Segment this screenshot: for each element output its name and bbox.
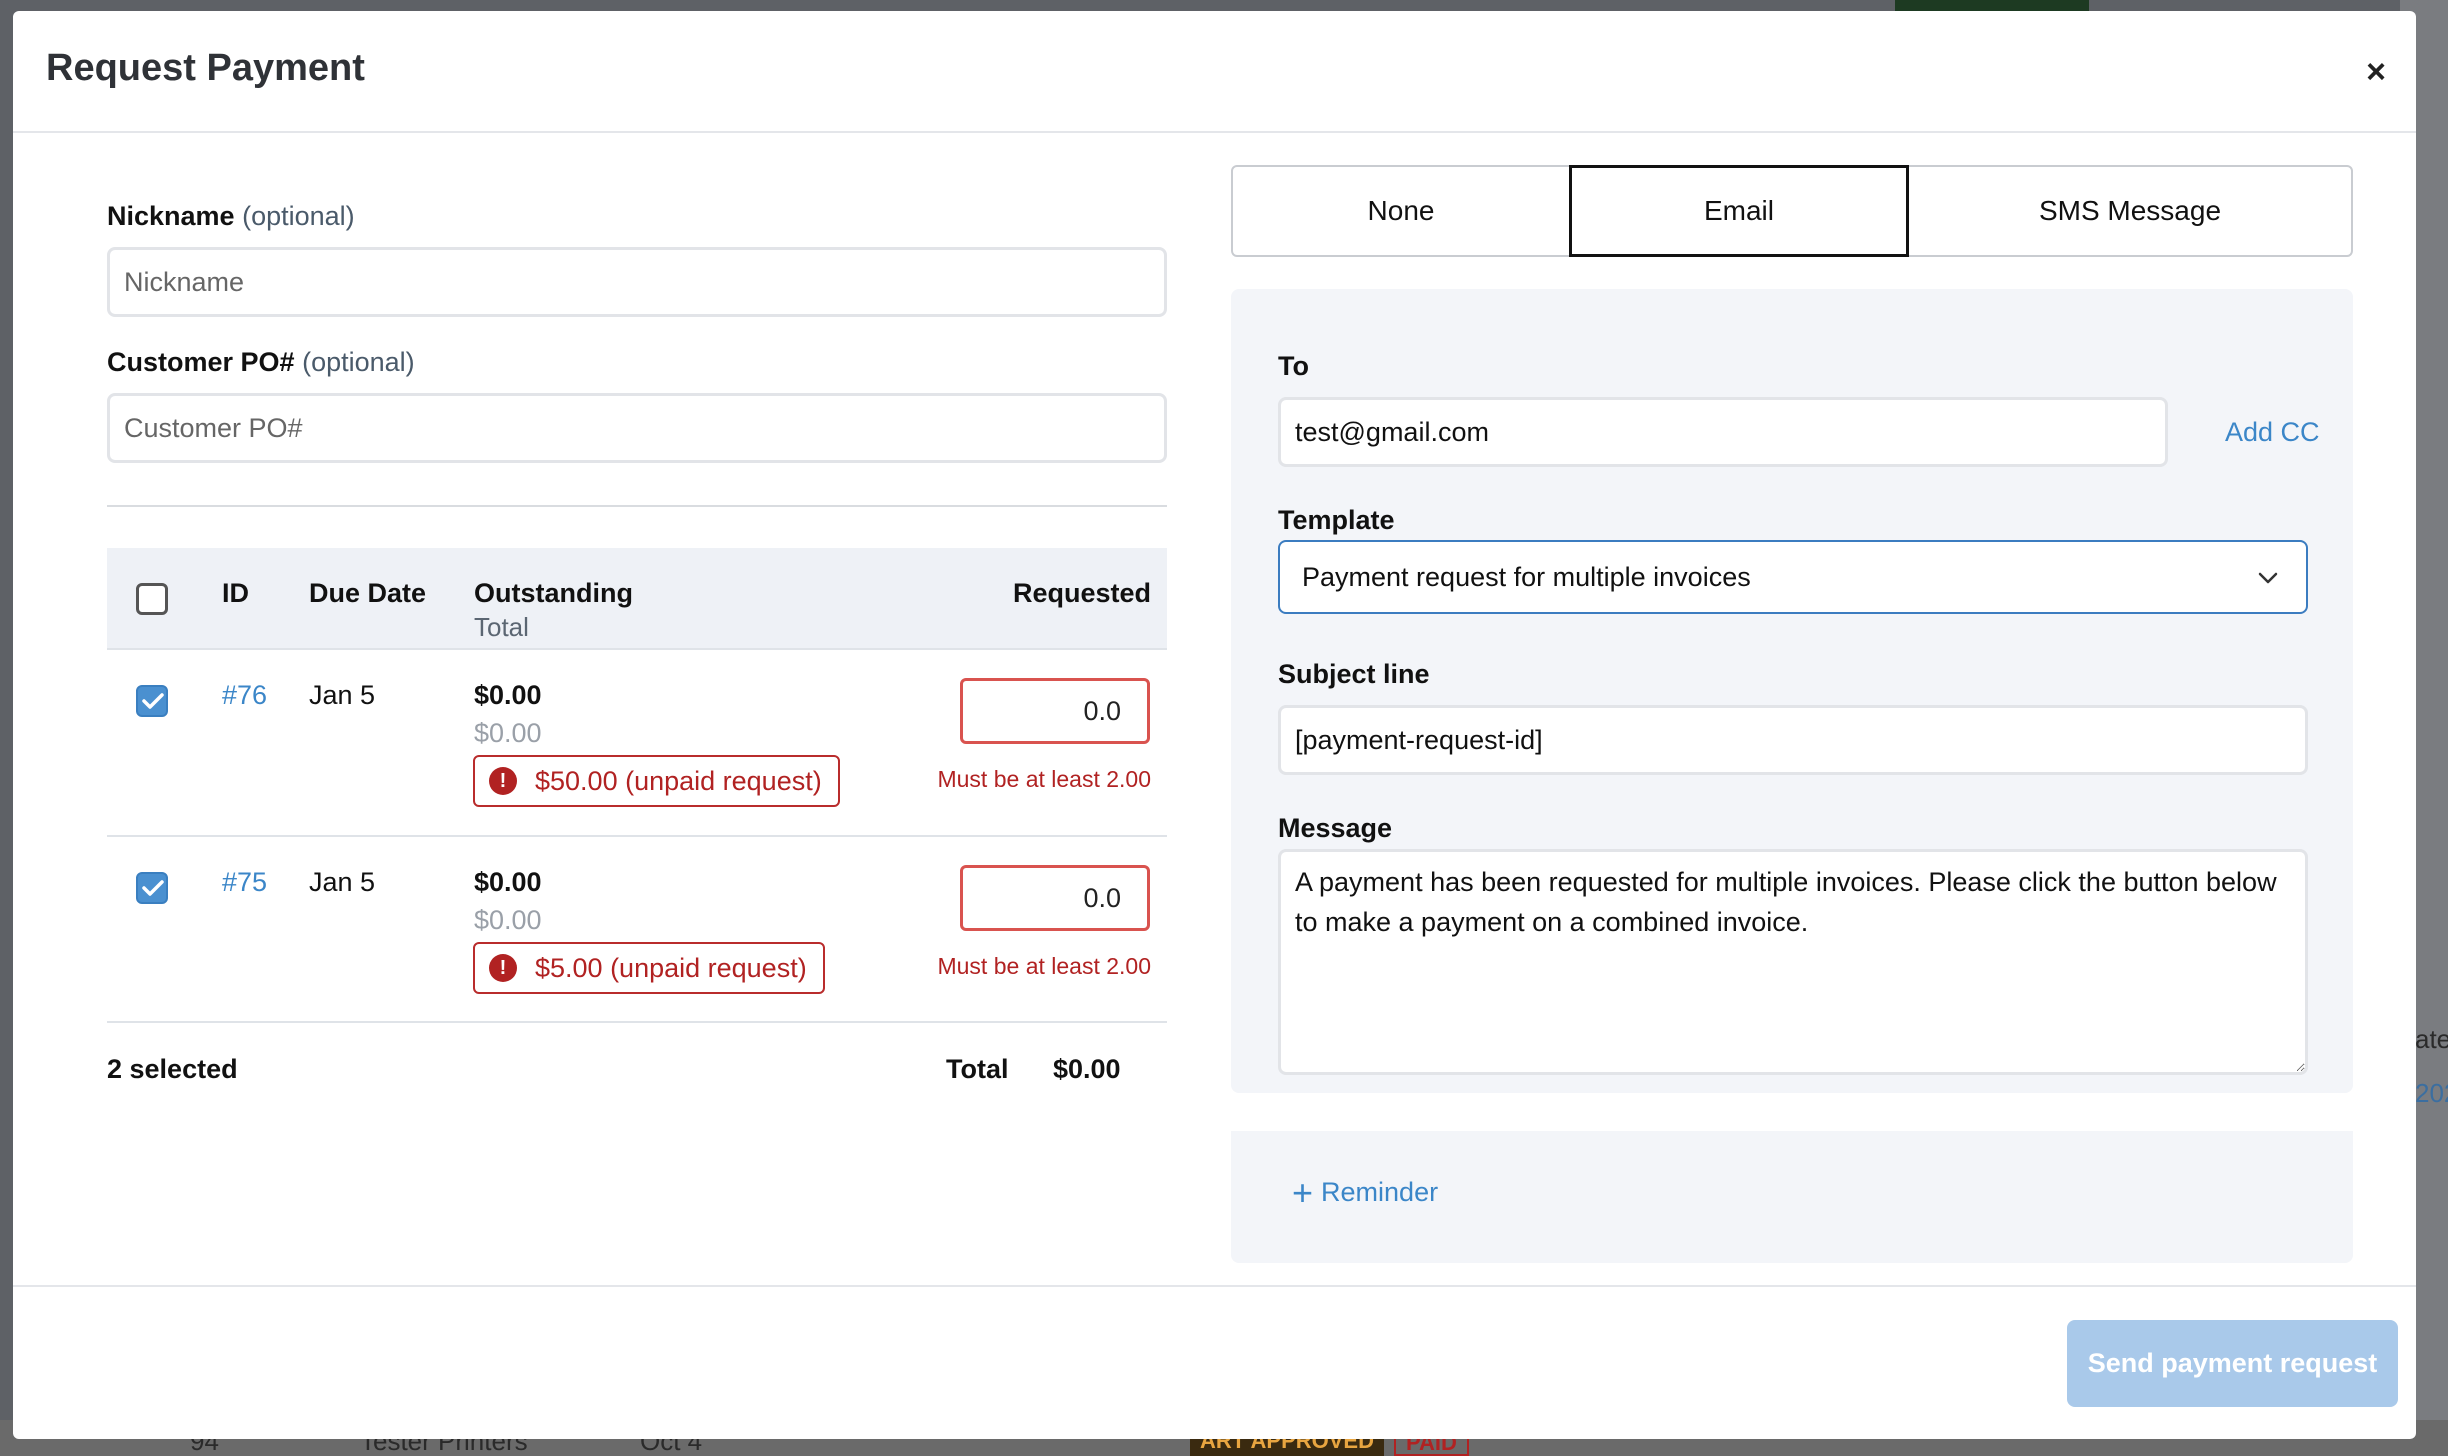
background-text: ate <box>2415 1024 2448 1054</box>
customer-po-label-text: Customer PO# <box>107 347 295 377</box>
column-header-id: ID <box>222 578 249 608</box>
invoice-table-header: ID Due Date Outstanding Total Requested <box>107 548 1167 650</box>
nickname-label-text: Nickname <box>107 201 235 231</box>
validation-error: Must be at least 2.00 <box>937 953 1151 979</box>
column-header-total: Total <box>474 612 529 642</box>
optional-hint: (optional) <box>242 201 355 231</box>
chevron-down-icon <box>2258 572 2278 584</box>
modal-header: Request Payment × <box>13 11 2416 133</box>
form-divider <box>107 505 1167 507</box>
subject-line-label: Subject line <box>1278 659 1430 689</box>
footer-divider <box>13 1285 2416 1287</box>
tab-sms-message[interactable]: SMS Message <box>1907 165 2353 257</box>
column-header-due-date: Due Date <box>309 578 427 608</box>
invoice-id-link[interactable]: #75 <box>222 867 267 898</box>
plus-icon: + <box>1292 1171 1314 1213</box>
selected-count: 2 selected <box>107 1054 238 1084</box>
customer-po-label: Customer PO# (optional) <box>107 347 415 378</box>
outstanding-amount: $0.00 <box>474 867 542 897</box>
row-checkbox[interactable] <box>136 872 168 904</box>
due-date: Jan 5 <box>309 680 376 710</box>
validation-error: Must be at least 2.00 <box>937 766 1151 792</box>
column-header-requested: Requested <box>1012 578 1151 608</box>
nickname-input[interactable] <box>107 247 1167 317</box>
invoice-id-link[interactable]: #76 <box>222 680 267 711</box>
total-amount: $0.00 <box>474 718 542 748</box>
subject-line-input[interactable] <box>1278 705 2308 775</box>
send-payment-request-button[interactable]: Send payment request <box>2067 1320 2398 1407</box>
to-label: To <box>1278 351 1309 381</box>
row-checkbox[interactable] <box>136 685 168 717</box>
optional-hint: (optional) <box>302 347 415 377</box>
template-selected-value: Payment request for multiple invoices <box>1302 561 1751 592</box>
unpaid-request-badge: ! $5.00 (unpaid request) <box>473 942 825 994</box>
message-label: Message <box>1278 813 1393 843</box>
reminder-label: Reminder <box>1321 1177 1439 1207</box>
column-header-outstanding: Outstanding <box>474 578 633 608</box>
due-date: Jan 5 <box>309 867 376 897</box>
unpaid-request-text: $5.00 (unpaid request) <box>535 952 807 983</box>
check-icon <box>142 880 164 896</box>
tab-none[interactable]: None <box>1231 165 1571 257</box>
tab-email[interactable]: Email <box>1569 165 1909 257</box>
unpaid-request-text: $50.00 (unpaid request) <box>535 765 822 796</box>
add-cc-link[interactable]: Add CC <box>2225 417 2320 448</box>
requested-amount-input[interactable] <box>960 865 1150 931</box>
modal-title: Request Payment <box>46 47 365 89</box>
to-email-input[interactable] <box>1278 397 2168 467</box>
close-icon[interactable]: × <box>2366 55 2386 89</box>
total-amount: $0.00 <box>474 905 542 935</box>
exclamation-icon: ! <box>489 954 517 982</box>
check-icon <box>142 693 164 709</box>
outstanding-amount: $0.00 <box>474 680 542 710</box>
request-payment-modal: Request Payment × Nickname (optional) Cu… <box>13 11 2416 1439</box>
unpaid-request-badge: ! $50.00 (unpaid request) <box>473 755 840 807</box>
table-row: #75 Jan 5 $0.00 $0.00 ! $5.00 (unpaid re… <box>107 837 1167 1023</box>
nickname-label: Nickname (optional) <box>107 201 355 232</box>
table-row: #76 Jan 5 $0.00 $0.00 ! $50.00 (unpaid r… <box>107 650 1167 837</box>
select-all-checkbox[interactable] <box>136 583 168 615</box>
total-value: $0.00 <box>1053 1054 1121 1084</box>
template-select[interactable]: Payment request for multiple invoices <box>1278 540 2308 614</box>
background-text: 202 <box>2415 1078 2448 1108</box>
total-label: Total <box>946 1054 1009 1084</box>
customer-po-input[interactable] <box>107 393 1167 463</box>
template-label: Template <box>1278 505 1395 535</box>
exclamation-icon: ! <box>489 767 517 795</box>
requested-amount-input[interactable] <box>960 678 1150 744</box>
message-textarea[interactable]: A payment has been requested for multipl… <box>1278 849 2308 1075</box>
add-reminder-button[interactable]: + Reminder <box>1292 1171 1439 1213</box>
